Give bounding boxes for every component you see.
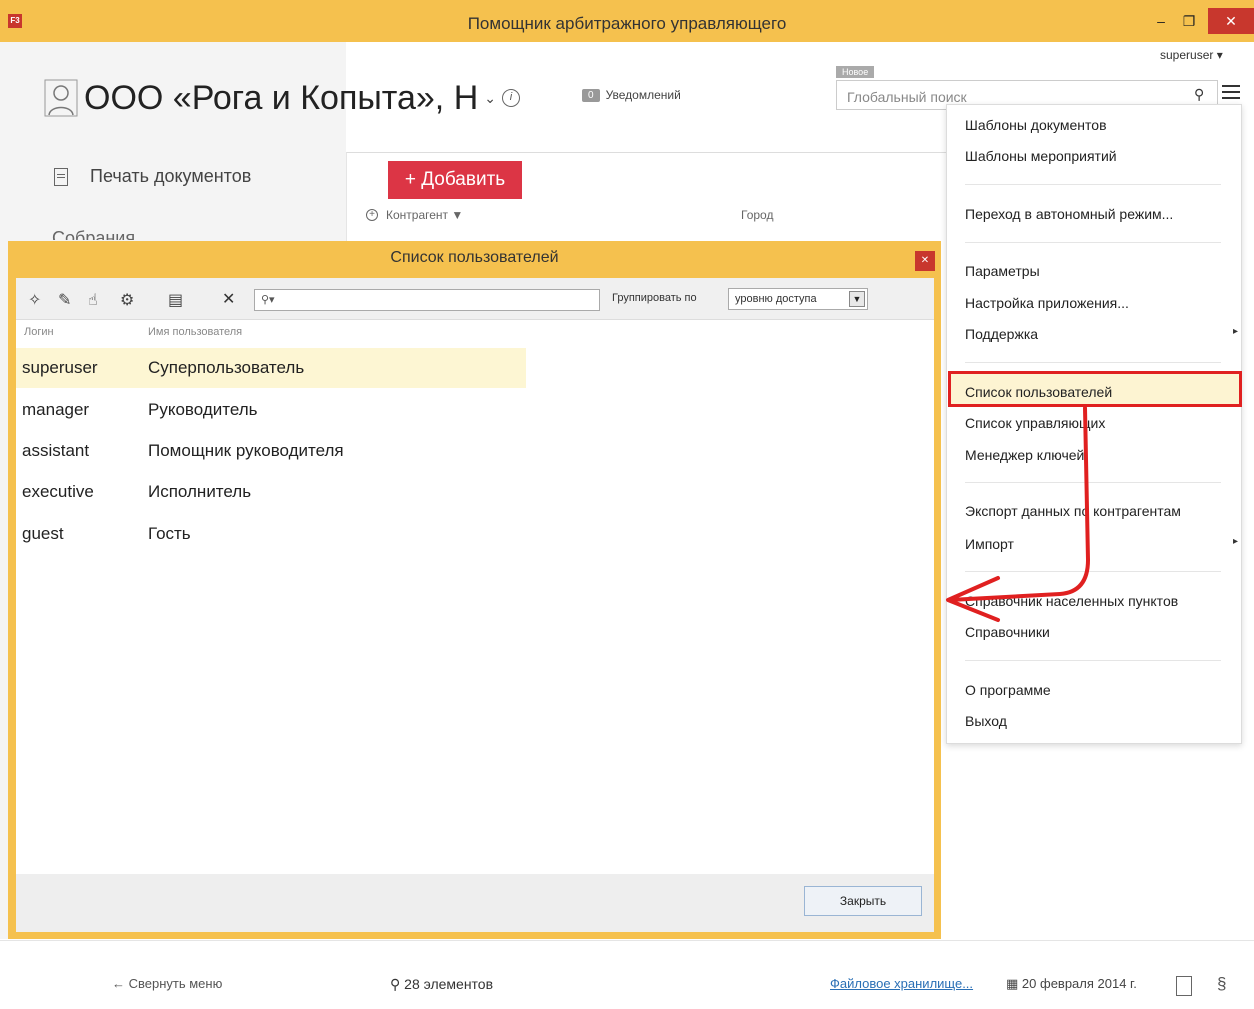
column-header-login[interactable]: Логин <box>24 326 54 338</box>
row-login: manager <box>22 400 90 419</box>
menu-item-document-templates[interactable]: Шаблоны документов <box>965 117 1107 133</box>
column-header-contractor[interactable]: + Контрагент ▼ <box>366 208 463 222</box>
add-button[interactable]: + Добавить <box>388 161 522 199</box>
clear-filter-icon[interactable]: ✕ <box>222 289 235 309</box>
hamburger-menu-icon[interactable] <box>1222 85 1240 99</box>
row-login: guest <box>22 524 64 543</box>
global-search-placeholder: Глобальный поиск <box>847 89 967 105</box>
section-icon[interactable]: § <box>1217 974 1226 994</box>
company-header[interactable]: ООО «Рога и Копыта», Н ⌄ i <box>44 76 520 120</box>
status-bar <box>0 940 1254 1009</box>
row-username: Суперпользователь <box>148 358 305 377</box>
print-icon[interactable]: ▤ <box>168 290 183 310</box>
collapse-menu-button[interactable]: ← Свернуть меню <box>112 976 222 991</box>
menu-separator <box>965 242 1221 243</box>
user-list-dialog: Список пользователей ✕ ✧ ✎ ☝ ⚙ ▤ ✕ ⚲▾ Гр… <box>8 241 941 939</box>
document-icon[interactable] <box>1176 976 1192 996</box>
window-title: Помощник арбитражного управляющего <box>467 14 787 33</box>
item-count-label: 28 элементов <box>404 976 494 992</box>
menu-item-about[interactable]: О программе <box>965 682 1051 698</box>
info-icon[interactable]: i <box>502 89 520 107</box>
row-login: executive <box>22 482 94 501</box>
plus-circle-icon[interactable]: + <box>366 209 378 221</box>
column-header-username[interactable]: Имя пользователя <box>148 326 242 338</box>
sidebar-item-label: Собрания <box>52 228 136 240</box>
maximize-button[interactable]: ❐ <box>1178 8 1200 34</box>
chevron-down-icon[interactable]: ⌄ <box>484 90 496 107</box>
add-user-icon[interactable]: ✧ <box>28 290 41 310</box>
menu-item-export-contractors[interactable]: Экспорт данных по контрагентам <box>965 503 1181 519</box>
close-button[interactable]: Закрыть <box>804 886 922 916</box>
table-row[interactable]: manager Руководитель <box>16 390 526 430</box>
row-login: superuser <box>22 358 98 377</box>
sidebar-item-print-documents[interactable]: Печать документов <box>54 166 251 187</box>
sidebar-item-meetings[interactable]: Собрания <box>52 228 135 240</box>
search-icon: ⚲ <box>390 976 401 992</box>
group-by-label: Группировать по <box>612 292 697 304</box>
dialog-close-icon[interactable]: ✕ <box>915 251 935 271</box>
edit-user-icon[interactable]: ✎ <box>58 290 71 310</box>
menu-item-key-manager[interactable]: Менеджер ключей <box>965 447 1084 463</box>
dialog-search-input[interactable]: ⚲▾ <box>254 289 600 311</box>
notifications-badge: 0 <box>582 88 600 102</box>
dialog-footer: Закрыть <box>16 874 934 932</box>
minimize-button[interactable]: – <box>1150 8 1172 34</box>
menu-separator <box>965 482 1221 483</box>
menu-separator <box>965 184 1221 185</box>
column-header-label: Контрагент ▼ <box>386 208 464 222</box>
menu-separator <box>965 362 1221 363</box>
delete-user-icon[interactable]: ☝ <box>88 290 98 310</box>
group-by-select[interactable]: уровню доступа ▼ <box>728 288 868 310</box>
close-window-button[interactable]: ✕ <box>1208 8 1254 34</box>
menu-item-references[interactable]: Справочники <box>965 624 1050 640</box>
new-tag: Новое <box>836 66 875 78</box>
row-login: assistant <box>22 441 90 460</box>
document-icon <box>54 167 68 186</box>
window-titlebar: F3 Помощник арбитражного управляющего – … <box>0 0 1254 42</box>
menu-item-localities-reference[interactable]: Справочник населенных пунктов <box>965 593 1178 609</box>
main-dropdown-menu: Шаблоны документов Шаблоны мероприятий П… <box>946 104 1242 744</box>
item-count: ⚲ 28 элементов <box>390 976 493 993</box>
table-row[interactable]: assistant Помощник руководителя <box>16 431 526 471</box>
calendar-icon: ▦ <box>1006 976 1019 991</box>
row-username: Исполнитель <box>148 482 252 501</box>
notifications-label: Уведомлений <box>605 88 681 102</box>
menu-item-exit[interactable]: Выход <box>965 713 1007 729</box>
menu-item-import[interactable]: Импорт <box>965 536 1238 552</box>
menu-item-app-settings[interactable]: Настройка приложения... <box>965 295 1129 311</box>
company-name: ООО «Рога и Копыта», Н <box>84 78 479 117</box>
table-row[interactable]: guest Гость <box>16 514 526 554</box>
row-username: Гость <box>148 524 191 543</box>
column-header-city[interactable]: Город <box>741 208 773 222</box>
row-username: Руководитель <box>148 400 258 419</box>
person-icon <box>44 79 78 117</box>
notifications[interactable]: 0 Уведомлений <box>582 88 681 102</box>
menu-separator <box>965 660 1221 661</box>
dialog-body: ✧ ✎ ☝ ⚙ ▤ ✕ ⚲▾ Группировать по уровню до… <box>16 278 934 932</box>
sidebar-item-label: Печать документов <box>90 166 252 186</box>
table-row[interactable]: executive Исполнитель <box>16 472 526 512</box>
menu-item-support[interactable]: Поддержка <box>965 326 1238 342</box>
chevron-down-icon[interactable]: ▼ <box>849 291 865 307</box>
permissions-icon[interactable]: ⚙ <box>120 290 134 310</box>
file-storage-link[interactable]: Файловое хранилище... <box>830 976 973 991</box>
menu-item-event-templates[interactable]: Шаблоны мероприятий <box>965 148 1117 164</box>
menu-item-user-list[interactable]: Список пользователей <box>965 384 1112 400</box>
menu-item-parameters[interactable]: Параметры <box>965 263 1040 279</box>
menu-separator <box>965 571 1221 572</box>
table-row[interactable]: superuser Суперпользователь <box>16 348 526 388</box>
current-date: ▦ 20 февраля 2014 г. <box>1006 976 1137 992</box>
menu-item-manager-list[interactable]: Список управляющих <box>965 415 1105 431</box>
date-label: 20 февраля 2014 г. <box>1021 976 1137 991</box>
dialog-toolbar: ✧ ✎ ☝ ⚙ ▤ ✕ ⚲▾ Группировать по уровню до… <box>16 278 934 320</box>
search-icon: ⚲▾ <box>261 294 275 306</box>
menu-item-offline-mode[interactable]: Переход в автономный режим... <box>965 206 1173 222</box>
group-by-value: уровню доступа <box>735 293 817 305</box>
row-username: Помощник руководителя <box>148 441 344 460</box>
dialog-title: Список пользователей <box>390 249 559 266</box>
search-icon[interactable]: ⚲ <box>1194 86 1204 103</box>
user-menu[interactable]: superuser ▾ <box>1160 48 1223 62</box>
